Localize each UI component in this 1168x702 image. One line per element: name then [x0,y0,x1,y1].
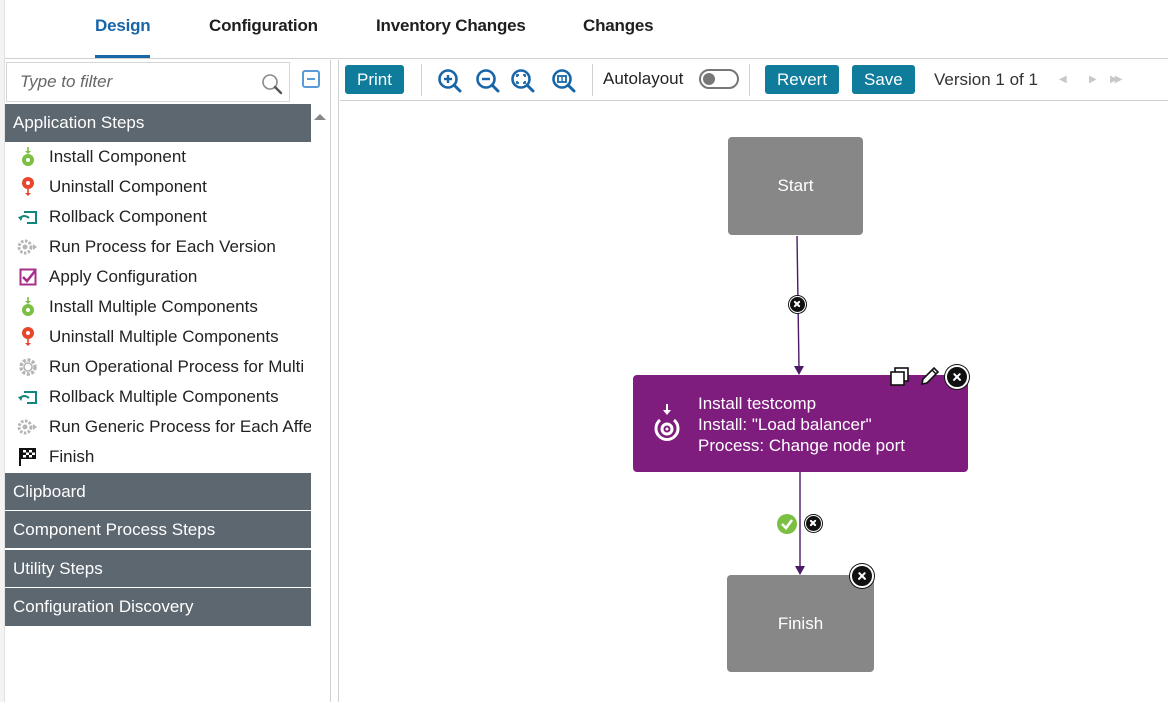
tab-design[interactable]: Design [95,16,151,58]
success-condition-icon[interactable] [777,514,797,534]
step-label: Install Component [49,147,187,166]
panel-splitter[interactable] [331,60,339,702]
zoom-in-icon[interactable] [437,68,463,94]
step-label: Uninstall Component [49,177,207,196]
previous-version-icon[interactable]: ◀ [1059,74,1067,85]
last-version-icon[interactable]: ▶▶ [1110,74,1123,85]
delete-node-icon[interactable] [850,564,874,588]
section-component-process-steps[interactable]: Component Process Steps [5,511,311,548]
gear-arrow-icon [17,416,39,438]
node-label: Start [777,176,814,195]
gear-icon [17,356,39,378]
step-rollback-multiple-components[interactable]: Rollback Multiple Components [5,382,311,412]
collapse-all-icon[interactable] [302,70,320,88]
node-process: Process: Change node port [698,436,905,455]
process-canvas[interactable]: Start Install testcomp Install: "Load ba… [340,102,1168,702]
step-label: Apply Configuration [49,267,198,286]
zoom-out-icon[interactable] [475,68,501,94]
section-label: Clipboard [13,482,86,501]
step-run-process-each-version[interactable]: Run Process for Each Version [5,232,311,262]
step-label: Run Generic Process for Each Affe [49,417,311,436]
section-label: Application Steps [13,113,145,132]
rollback-icon [17,386,39,408]
edge-arrowhead [795,566,805,575]
checkbox-icon [17,266,39,288]
scroll-up-arrow[interactable] [314,114,326,120]
install-step-icon [654,404,680,441]
step-run-operational-process-multi[interactable]: Run Operational Process for Multi [5,352,311,382]
step-uninstall-multiple-components[interactable]: Uninstall Multiple Components [5,322,311,352]
section-configuration-discovery[interactable]: Configuration Discovery [5,588,311,626]
delete-node-icon[interactable] [945,365,969,389]
install-icon [17,146,39,168]
zoom-actual-size-icon[interactable] [551,68,577,94]
checkered-flag-icon [17,446,39,468]
install-icon [17,296,39,318]
step-uninstall-component[interactable]: Uninstall Component [5,172,311,202]
autolayout-label: Autolayout [603,69,684,88]
section-label: Configuration Discovery [13,597,194,616]
uninstall-icon [17,326,39,348]
edit-pencil-icon[interactable] [918,364,942,388]
step-run-generic-process-each-affected[interactable]: Run Generic Process for Each Affe [5,412,311,442]
node-title: Install testcomp [698,394,817,413]
autolayout-toggle[interactable] [699,69,739,89]
version-indicator: Version 1 of 1 [934,70,1038,89]
section-application-steps[interactable]: Application Steps [5,104,311,142]
step-label: Run Operational Process for Multi [49,357,305,376]
tab-bar: Design Configuration Inventory Changes C… [5,0,1168,59]
application-steps-list: Install Component Uninstall Component Ro… [5,142,311,472]
step-install-multiple-components[interactable]: Install Multiple Components [5,292,311,322]
step-label: Install Multiple Components [49,297,258,316]
revert-button[interactable]: Revert [765,65,840,94]
app-root: Design Configuration Inventory Changes C… [0,0,1168,702]
toolbar-divider [421,64,422,96]
delete-edge-icon[interactable] [805,515,822,532]
step-label: Rollback Multiple Components [49,387,279,406]
step-label: Run Process for Each Version [49,237,276,256]
section-clipboard[interactable]: Clipboard [5,473,311,510]
gear-arrow-icon [17,236,39,258]
delete-edge-icon[interactable] [789,296,806,313]
copy-icon[interactable] [889,366,911,388]
uninstall-icon [17,176,39,198]
rollback-icon [17,206,39,228]
save-button[interactable]: Save [852,65,915,94]
node-start[interactable]: Start [728,137,863,235]
step-label: Uninstall Multiple Components [49,327,279,346]
step-install-component[interactable]: Install Component [5,142,311,172]
section-label: Component Process Steps [13,520,216,539]
next-version-icon[interactable]: ▶ [1089,74,1097,85]
edge-arrowhead [794,366,804,375]
filter-input[interactable] [7,63,257,101]
node-finish[interactable]: Finish [727,575,874,672]
step-rollback-component[interactable]: Rollback Component [5,202,311,232]
step-palette: Application Steps Install Component Unin… [5,60,331,702]
print-button[interactable]: Print [345,65,404,94]
node-install-testcomp[interactable]: Install testcomp Install: "Load balancer… [633,375,968,472]
filter-box [6,62,290,102]
tab-inventory-changes[interactable]: Inventory Changes [376,16,526,36]
node-details: Install testcomp Install: "Load balancer… [698,393,905,456]
section-label: Utility Steps [13,559,103,578]
step-apply-configuration[interactable]: Apply Configuration [5,262,311,292]
tab-configuration[interactable]: Configuration [209,16,318,36]
zoom-fit-icon[interactable] [510,68,536,94]
step-label: Finish [49,447,95,466]
step-label: Rollback Component [49,207,207,226]
tab-changes[interactable]: Changes [583,16,654,36]
node-label: Finish [777,613,824,633]
toolbar-divider [749,64,750,96]
search-icon[interactable] [260,72,284,96]
step-finish[interactable]: Finish [5,442,311,472]
section-utility-steps[interactable]: Utility Steps [5,550,311,587]
node-component: Install: "Load balancer" [698,415,872,434]
toolbar-divider [592,64,593,96]
designer-toolbar: Print Autolayout Revert Save Version 1 o… [340,60,1168,101]
